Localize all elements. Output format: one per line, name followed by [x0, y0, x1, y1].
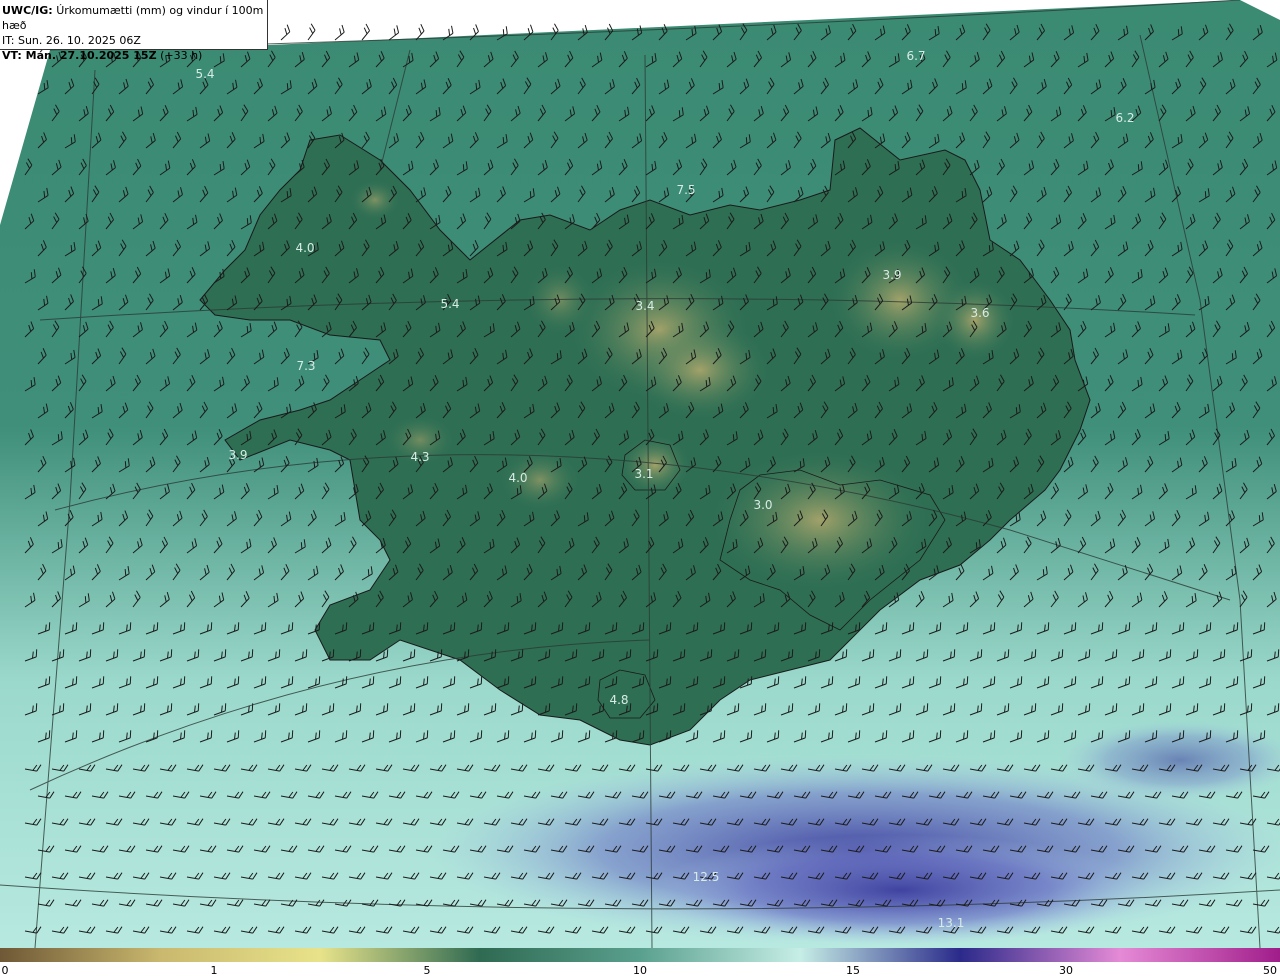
map-value: 6.2 [1115, 111, 1134, 125]
map-value: 3.9 [228, 448, 247, 462]
map-value: 3.9 [882, 268, 901, 282]
colorbar-tick: 15 [846, 964, 860, 977]
map-value: 3.1 [634, 467, 653, 481]
map-value: 4.3 [410, 450, 429, 464]
valid-offset: (+33 h) [160, 49, 203, 62]
colorbar-strip [0, 948, 1280, 962]
map-value: 13.1 [938, 916, 965, 930]
colorbar-tick: 5 [423, 964, 431, 977]
map-value: 12.5 [693, 870, 720, 884]
map-value: 5.4 [195, 67, 214, 81]
map-value: 3.0 [753, 498, 772, 512]
product-line: UWC/IG: Úrkomumætti (mm) og vindur í 100… [2, 3, 267, 33]
map-value: 7.5 [676, 183, 695, 197]
colorbar-tick: 1 [210, 964, 218, 977]
issue-time: IT: Sun. 26. 10. 2025 06Z [2, 34, 141, 47]
map-value: 6.7 [906, 49, 925, 63]
map-value: 4.0 [295, 241, 314, 255]
map-info-box: UWC/IG: Úrkomumætti (mm) og vindur í 100… [0, 0, 268, 62]
map-value: 3.6 [970, 306, 989, 320]
map-value: 7.3 [296, 359, 315, 373]
colorbar-tick: 10 [633, 964, 647, 977]
valid-time-line: VT: Mán. 27.10.2025 15Z (+33 h) [2, 48, 267, 63]
valid-time: VT: Mán. 27.10.2025 15Z [2, 49, 157, 62]
map-value: 4.8 [609, 693, 628, 707]
map-value: 3.4 [635, 299, 654, 313]
colorbar-tick: 50 [1263, 964, 1277, 977]
colorbar-tick: 30 [1059, 964, 1073, 977]
map-value: 4.0 [508, 471, 527, 485]
colorbar-tick: 0 [1, 964, 9, 977]
product-code: UWC/IG: [2, 4, 53, 17]
weather-map[interactable]: 5.4 6.7 6.2 7.5 4.0 5.4 7.3 3.4 3.9 3.6 … [0, 0, 1280, 948]
map-value: 5.4 [440, 297, 459, 311]
colorbar-legend: 0 1 5 10 15 30 50 [0, 948, 1280, 978]
